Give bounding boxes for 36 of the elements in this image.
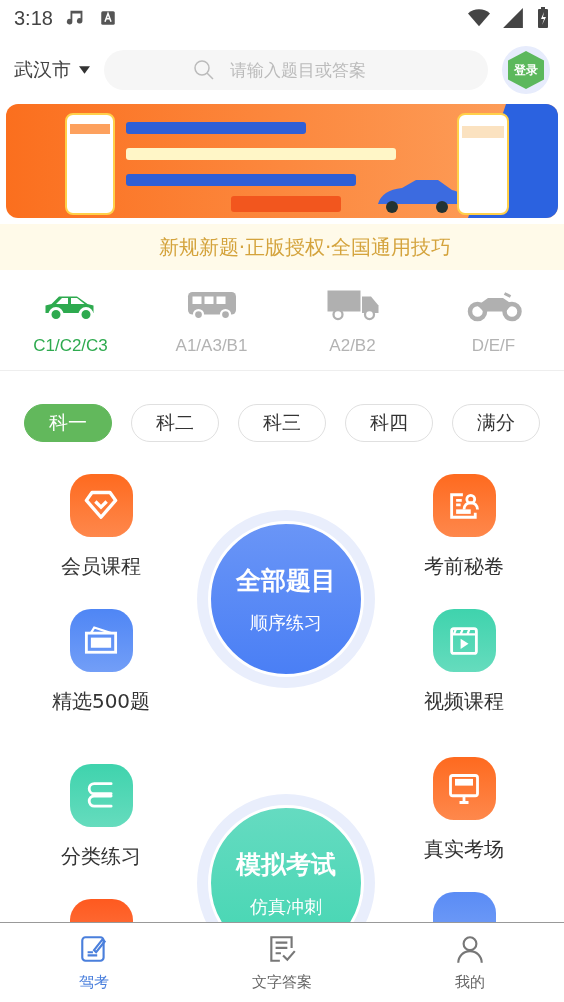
signal-icon xyxy=(502,7,524,29)
feature-button[interactable] xyxy=(69,474,133,537)
vehicle-tab[interactable]: D/E/F xyxy=(423,286,564,356)
keyboard-icon xyxy=(98,9,117,27)
feature-button[interactable] xyxy=(432,609,496,672)
vehicle-tab[interactable]: A2/B2 xyxy=(282,286,423,356)
subject-tab[interactable]: 科一 xyxy=(24,404,112,442)
feature-label: 考前秘卷 xyxy=(424,553,504,580)
feature-label: 视频课程 xyxy=(424,688,504,715)
feature-button[interactable] xyxy=(432,757,496,820)
battery-icon xyxy=(536,7,550,29)
status-time: 3:18 xyxy=(14,6,53,30)
nav-tab[interactable]: 驾考 xyxy=(0,923,188,1002)
wifi-icon xyxy=(468,7,490,29)
feature-button[interactable] xyxy=(69,764,133,827)
feature-label: 会员课程 xyxy=(61,553,141,580)
subject-tab[interactable]: 满分 xyxy=(452,404,540,442)
feature-button[interactable] xyxy=(432,474,496,537)
search-icon xyxy=(192,58,216,82)
subject-tab[interactable]: 科二 xyxy=(131,404,219,442)
nav-tab[interactable]: 文字答案 xyxy=(188,923,376,1002)
slogan-text: 新规新题·正版授权·全国通用技巧 xyxy=(0,224,564,270)
subject-tab[interactable]: 科三 xyxy=(238,404,326,442)
practice-mode-button[interactable]: 全部题目 顺序练习 xyxy=(208,521,364,677)
feature-button[interactable] xyxy=(69,609,133,672)
caret-icon xyxy=(79,66,90,74)
vehicle-tab[interactable]: C1/C2/C3 xyxy=(0,286,141,356)
city-selector[interactable]: 武汉市 xyxy=(14,57,90,83)
user-icon xyxy=(454,933,486,965)
vehicle-tab[interactable]: A1/A3/B1 xyxy=(141,286,282,356)
nav-tab[interactable]: 我的 xyxy=(376,923,564,1002)
feature-label: 分类练习 xyxy=(61,843,141,870)
subject-tab[interactable]: 科四 xyxy=(345,404,433,442)
feature-label: 精选500题 xyxy=(51,688,151,715)
feature-label: 真实考场 xyxy=(424,836,504,863)
login-button[interactable]: 登录 xyxy=(508,51,544,89)
